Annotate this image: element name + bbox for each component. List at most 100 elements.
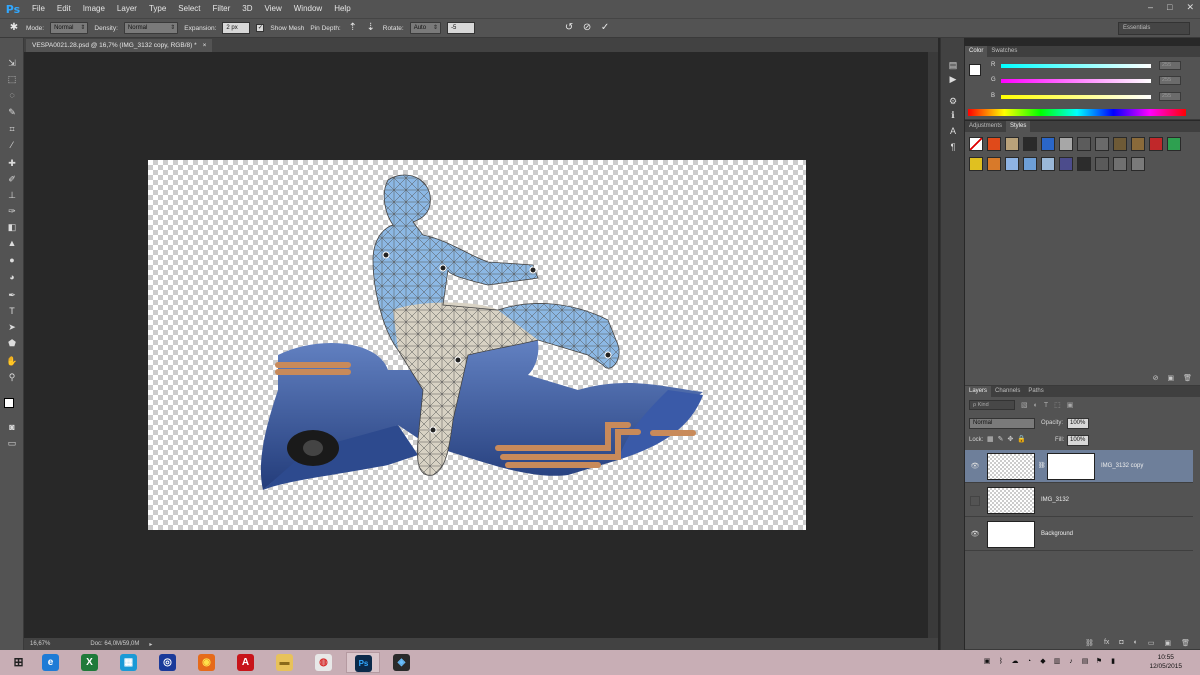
dodge-tool-icon[interactable]: ◕ [4, 270, 20, 284]
path-select-tool-icon[interactable]: ➤ [4, 320, 20, 334]
style-swatch[interactable] [1167, 137, 1181, 151]
style-swatch[interactable] [1077, 157, 1091, 171]
tab-paths[interactable]: Paths [1024, 386, 1047, 397]
style-swatch[interactable] [1113, 157, 1127, 171]
menu-3d[interactable]: 3D [236, 0, 258, 18]
document-tab[interactable]: VESPA0021.28.psd @ 16,7% (IMG_3132 copy,… [26, 39, 213, 52]
taskbar-excel[interactable]: X [73, 652, 107, 673]
blend-mode-select[interactable]: Normal [969, 418, 1035, 429]
style-swatch[interactable] [1023, 157, 1037, 171]
cloud-icon[interactable]: ☁ [1010, 656, 1020, 667]
layer-name[interactable]: Background [1041, 518, 1073, 551]
history-icon[interactable]: ▤ [946, 58, 960, 72]
tab-channels[interactable]: Channels [991, 386, 1024, 397]
menu-file[interactable]: File [26, 0, 51, 18]
zoom-tool-icon[interactable]: ⚲ [4, 370, 20, 384]
taskbar-ie[interactable]: e [34, 652, 68, 673]
show-mesh-checkbox[interactable]: ✓ [256, 24, 265, 32]
taskbar-chrome[interactable]: ◍ [307, 652, 341, 673]
style-swatch[interactable] [987, 157, 1001, 171]
commit-icon[interactable]: ✓ [599, 22, 611, 34]
start-button[interactable]: ⊞ [2, 652, 36, 673]
layer-name[interactable]: IMG_3132 copy [1101, 450, 1143, 483]
style-swatch[interactable] [969, 137, 983, 151]
network-icon[interactable]: ▥ [1052, 656, 1062, 667]
style-swatch[interactable] [1059, 137, 1073, 151]
character-icon[interactable]: A [946, 124, 960, 138]
rotate-angle-input[interactable]: -5 [447, 22, 476, 34]
history-brush-tool-icon[interactable]: ✑ [4, 204, 20, 218]
style-swatch[interactable] [1149, 137, 1163, 151]
cancel-icon[interactable]: ⊘ [581, 22, 593, 34]
style-swatch[interactable] [969, 157, 983, 171]
taskbar-camera[interactable]: ◈ [385, 652, 419, 673]
canvas-scrollbar[interactable] [928, 52, 938, 638]
tray-red-icon[interactable]: ◔ [1024, 656, 1034, 667]
battery-icon[interactable]: ▮ [1108, 656, 1118, 667]
zoom-level[interactable]: 16,67% [30, 641, 50, 647]
properties-icon[interactable]: ⚙ [946, 94, 960, 108]
style-swatch[interactable] [1077, 137, 1091, 151]
brush-tool-icon[interactable]: ✐ [4, 172, 20, 186]
color-spectrum[interactable] [968, 109, 1186, 116]
tab-layers[interactable]: Layers [965, 386, 992, 397]
paint-bucket-tool-icon[interactable]: ▲ [4, 236, 20, 250]
new-group-icon[interactable]: ▭ [1148, 639, 1155, 647]
paragraph-icon[interactable]: ¶ [946, 140, 960, 154]
pin-depth-down-icon[interactable]: ⇣ [365, 22, 377, 34]
style-swatch[interactable] [987, 137, 1001, 151]
canvas-area[interactable] [24, 52, 938, 638]
slider-r-bar[interactable] [1001, 64, 1151, 68]
menu-edit[interactable]: Edit [51, 0, 77, 18]
new-layer-icon[interactable]: ▣ [1164, 639, 1171, 647]
link-layers-icon[interactable]: ⛓ [1085, 639, 1094, 647]
filter-type-icon[interactable]: T [1044, 402, 1048, 409]
volume-icon[interactable]: ♪ [1066, 656, 1076, 667]
healing-brush-tool-icon[interactable]: ✚ [4, 156, 20, 170]
slider-r-value[interactable]: 255 [1159, 61, 1181, 70]
clone-stamp-tool-icon[interactable]: ⊥ [4, 188, 20, 202]
lock-all-icon[interactable]: 🔒 [1017, 435, 1026, 443]
layer-row[interactable]: IMG_3132 [965, 484, 1193, 517]
clock[interactable]: 10:55 12/05/2015 [1149, 653, 1182, 671]
close-button[interactable]: ✕ [1186, 2, 1194, 13]
visibility-eye-icon[interactable]: 👁 [970, 530, 980, 540]
menu-select[interactable]: Select [172, 0, 206, 18]
slider-g[interactable]: G 255 [991, 76, 1195, 87]
info-icon[interactable]: ℹ [946, 108, 960, 122]
menu-view[interactable]: View [259, 0, 288, 18]
quick-mask-icon[interactable]: ◙ [4, 420, 20, 434]
hand-tool-icon[interactable]: ✋ [4, 354, 20, 368]
menu-type[interactable]: Type [143, 0, 172, 18]
slider-b-bar[interactable] [1001, 95, 1151, 99]
bluetooth-icon[interactable]: ᛒ [996, 656, 1006, 667]
status-menu-icon[interactable]: ▸ [149, 641, 152, 648]
style-swatch[interactable] [1095, 137, 1109, 151]
taskbar-store[interactable]: ▦ [112, 652, 146, 673]
filter-shape-icon[interactable]: ⬚ [1054, 401, 1061, 409]
quick-select-tool-icon[interactable]: ✎ [4, 105, 20, 119]
fg-color-chip[interactable] [969, 64, 981, 76]
slider-g-value[interactable]: 255 [1159, 76, 1181, 85]
layer-filter-select[interactable]: ρ Kind [969, 400, 1015, 410]
layer-style-icon[interactable]: fx [1104, 639, 1109, 647]
menu-help[interactable]: Help [328, 0, 356, 18]
type-tool-icon[interactable]: T [4, 304, 20, 318]
eraser-tool-icon[interactable]: ◧ [4, 220, 20, 234]
menu-filter[interactable]: Filter [207, 0, 237, 18]
menu-layer[interactable]: Layer [111, 0, 143, 18]
remove-all-pins-icon[interactable]: ↺ [563, 22, 575, 34]
delete-style-icon[interactable]: 🗑 [1183, 374, 1192, 382]
delete-layer-icon[interactable]: 🗑 [1181, 639, 1190, 647]
style-swatch[interactable] [1131, 157, 1145, 171]
tray-app-icon[interactable]: ▣ [982, 656, 992, 667]
foreground-color-swatch[interactable] [4, 398, 14, 408]
actions-icon[interactable]: ▶ [946, 72, 960, 86]
style-swatch[interactable] [1095, 157, 1109, 171]
tab-color[interactable]: Color [965, 46, 988, 57]
tray-icon-extra[interactable]: ▤ [1080, 656, 1090, 667]
tab-swatches[interactable]: Swatches [987, 46, 1021, 57]
flag-icon[interactable]: ⚑ [1094, 656, 1104, 667]
close-tab-icon[interactable]: × [203, 39, 207, 52]
mode-select[interactable]: Normal [50, 22, 89, 34]
